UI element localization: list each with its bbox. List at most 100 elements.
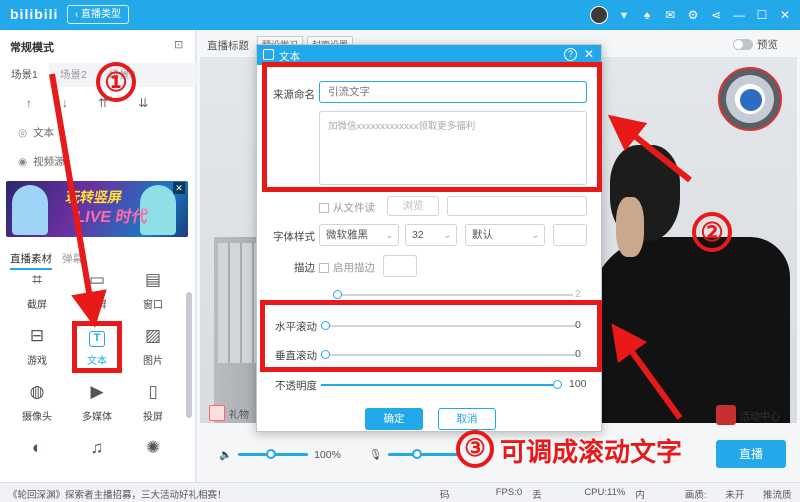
read-from-file-label: 从文件读 — [333, 202, 375, 214]
source-item-text[interactable]: ◎ 文本 — [18, 125, 54, 140]
material-label: 游戏 — [27, 356, 47, 367]
gift-entry[interactable]: 礼物 — [209, 405, 249, 421]
material-label: 投屏 — [143, 412, 163, 423]
mic-volume-slider[interactable] — [388, 449, 459, 459]
v-scroll-slider[interactable] — [321, 350, 577, 359]
material-image[interactable]: ▨ 图片 — [128, 324, 178, 367]
material-game[interactable]: ⊟ 游戏 — [12, 324, 62, 367]
dialog-title: 文本 — [279, 51, 300, 63]
slider-knob[interactable] — [321, 350, 330, 359]
cancel-button[interactable]: 取消 — [438, 408, 496, 430]
chevron-down-icon: ⌄ — [531, 230, 539, 240]
chevron-down-icon: ⌄ — [385, 230, 393, 240]
image-icon: ▨ — [144, 326, 162, 345]
move-bottom-icon[interactable]: ⇊ — [138, 96, 148, 110]
person-head — [610, 145, 680, 257]
slider-knob[interactable] — [333, 290, 342, 299]
speaker-icon[interactable]: 🔈 — [219, 448, 232, 461]
banner-close-icon[interactable]: ✕ — [173, 182, 185, 194]
stat-bitrate: 码率:0kbps — [440, 490, 450, 501]
slider-knob[interactable] — [412, 449, 423, 459]
material-more-1[interactable]: ◐ — [12, 436, 62, 460]
eye-icon[interactable]: ◉ — [18, 156, 27, 168]
material-cast[interactable]: ▯ 投屏 — [128, 380, 178, 423]
speaker-volume-slider[interactable] — [238, 449, 309, 459]
activity-label: 活动中心 — [740, 411, 780, 423]
tab-scene-1[interactable]: 场景1 — [0, 63, 49, 87]
v-scroll-value: 0 — [575, 348, 581, 360]
material-fullscreen[interactable]: ▭ 全屏 — [72, 268, 122, 311]
material-label: 截屏 — [27, 300, 47, 311]
font-style-label: 字体样式 — [273, 231, 315, 243]
stat-memory: 内存:44% — [635, 490, 645, 501]
stat-push-quality[interactable]: 推流质量 — [763, 487, 800, 502]
help-icon[interactable]: ? — [564, 48, 577, 61]
move-down-icon[interactable]: ↓ — [62, 96, 68, 110]
tab-scene-2[interactable]: 场景2 — [49, 63, 98, 87]
maximize-icon[interactable]: ☐ — [755, 8, 769, 22]
font-weight-select[interactable]: 默认 ⌄ — [465, 224, 545, 246]
material-text[interactable]: T 文本 — [72, 324, 122, 367]
close-icon[interactable]: ✕ — [778, 8, 792, 22]
enable-stroke-checkbox[interactable]: 启用描边 — [319, 260, 375, 275]
checkbox-box[interactable] — [319, 262, 329, 273]
material-more-2[interactable]: ♫ — [72, 436, 122, 460]
material-media[interactable]: ▶ 多媒体 — [72, 380, 122, 423]
file-path-input[interactable] — [447, 196, 587, 216]
read-from-file-checkbox[interactable]: 从文件读 — [319, 200, 375, 215]
promo-banner[interactable]: 玩转竖屏 LIVE 时代 ✕ — [6, 181, 188, 237]
activity-icon — [716, 405, 736, 425]
toggle-switch[interactable] — [733, 39, 753, 50]
activity-center[interactable]: 活动中心 — [716, 405, 780, 425]
step-3-marker: ③ — [456, 430, 494, 468]
stroke-color-picker[interactable] — [383, 255, 417, 277]
material-more-3[interactable]: ✺ — [128, 436, 178, 460]
slider-knob[interactable] — [266, 449, 277, 459]
h-scroll-slider[interactable] — [321, 321, 577, 330]
microphone-icon[interactable]: 🎙 — [369, 448, 382, 461]
text-content-input[interactable]: 加微信xxxxxxxxxxxxx领取更多福利 — [319, 111, 587, 185]
mail-icon[interactable]: ✉ — [663, 8, 677, 22]
font-size-select[interactable]: 32 ⌄ — [405, 224, 457, 246]
source-item-video[interactable]: ◉ 视频源 — [18, 154, 65, 169]
start-live-button[interactable]: 直播 — [716, 440, 786, 468]
volume-controls: 🔈 100% 🎙 — [219, 448, 459, 461]
font-color-picker[interactable] — [553, 224, 587, 246]
preview-toggle[interactable]: 预览 — [733, 37, 778, 52]
bilibili-logo: bilibili — [10, 6, 59, 22]
preview-label: 预览 — [757, 39, 778, 51]
dress-icon[interactable]: ♠ — [640, 8, 654, 22]
gear-icon[interactable]: ⚙ — [686, 8, 700, 22]
select-value: 32 — [412, 229, 424, 241]
step-2-marker: ② — [692, 212, 732, 252]
material-scrollbar[interactable] — [186, 292, 192, 418]
material-window[interactable]: ▤ 窗口 — [128, 268, 178, 311]
select-value: 默认 — [472, 229, 493, 241]
source-name-input[interactable]: 引流文字 — [319, 81, 587, 103]
move-up-icon[interactable]: ↑ — [26, 96, 32, 110]
minimize-icon[interactable]: — — [732, 8, 746, 22]
stroke-width-slider[interactable] — [333, 290, 573, 299]
font-family-select[interactable]: 微软雅黑 ⌄ — [319, 224, 399, 246]
slider-knob[interactable] — [321, 321, 330, 330]
layer-order-controls: ↑ ↓ ⇈ ⇊ — [26, 96, 148, 110]
share-icon[interactable]: ⋖ — [709, 8, 723, 22]
step-1-marker: ① — [96, 62, 136, 102]
eye-icon[interactable]: ◎ — [18, 127, 27, 139]
opacity-slider[interactable] — [321, 380, 562, 389]
shirt-icon[interactable]: ▾ — [617, 8, 631, 22]
live-type-button[interactable]: ‹ 直播类型 — [67, 5, 129, 24]
browse-button[interactable]: 浏览 — [387, 196, 439, 216]
avatar[interactable] — [590, 6, 608, 24]
confirm-button[interactable]: 确定 — [365, 408, 423, 430]
checkbox-box[interactable] — [319, 202, 329, 213]
slider-fill — [321, 384, 561, 386]
material-camera[interactable]: ◍ 摄像头 — [12, 380, 62, 423]
status-notice[interactable]: 《轮回深渊》探索者主播招募，三大活动好礼相赛！ — [8, 487, 227, 501]
material-screenshot[interactable]: ⌗ 截屏 — [12, 268, 62, 311]
close-icon[interactable]: ✕ — [584, 47, 594, 61]
streamer-camera-image — [590, 117, 797, 423]
slider-knob[interactable] — [553, 380, 562, 389]
material-label: 文本 — [87, 356, 107, 367]
lock-icon[interactable]: ⊡ — [174, 38, 183, 51]
